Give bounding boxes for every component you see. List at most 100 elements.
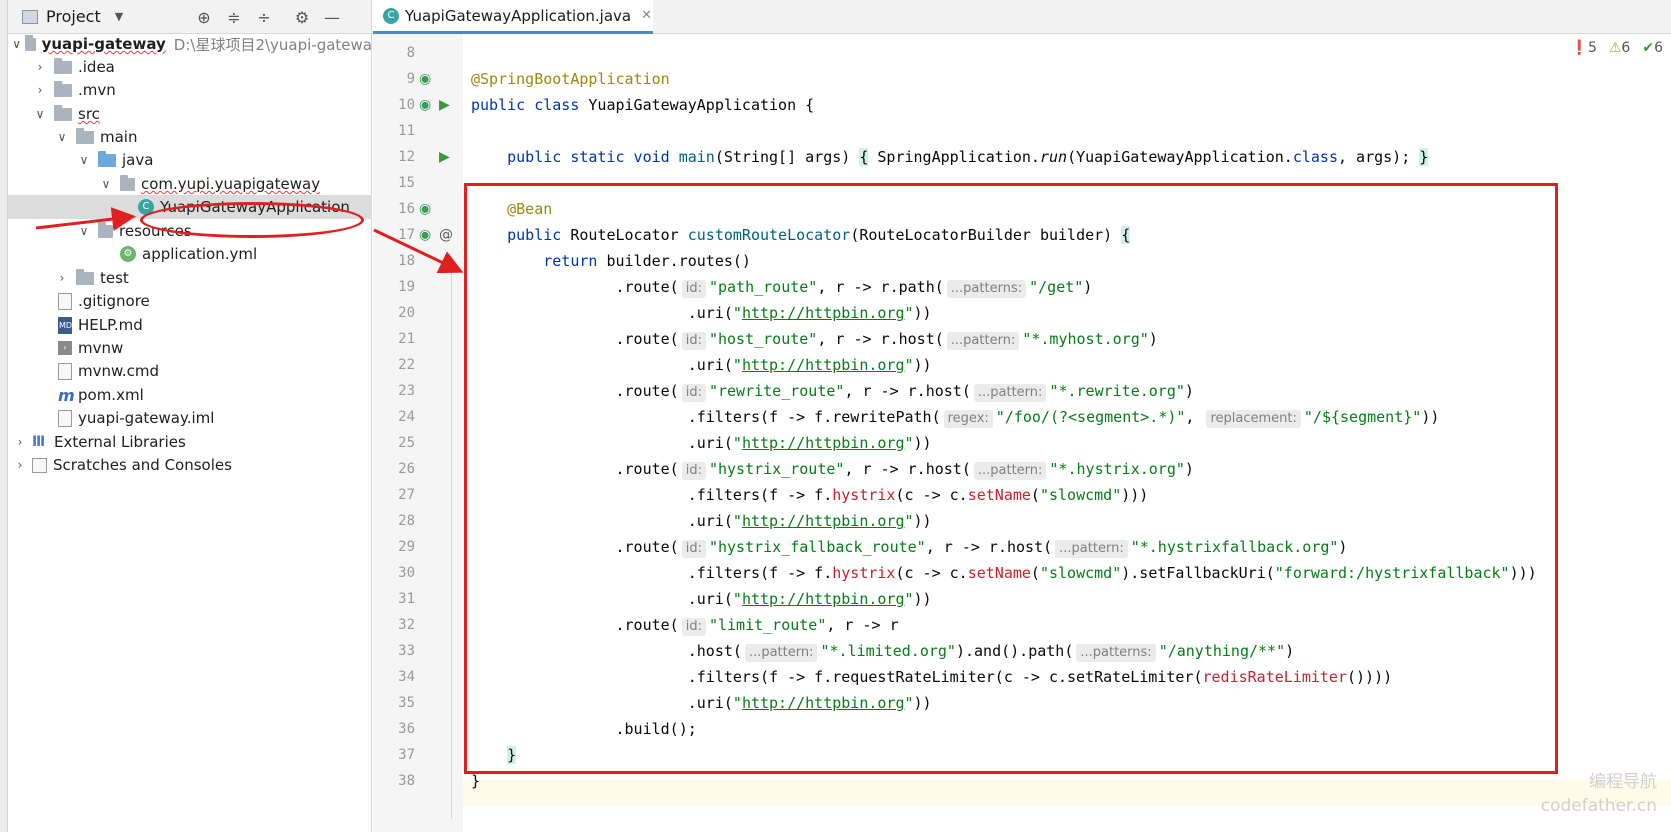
chevron-down-icon[interactable]: ▼ xyxy=(115,10,123,23)
line-number: 8 xyxy=(406,45,415,61)
chevron-down-icon[interactable]: ∨ xyxy=(32,107,48,121)
close-icon[interactable]: ✕ xyxy=(641,8,652,23)
tree-item-package[interactable]: ∨ com.yupi.yuapigateway xyxy=(8,172,372,196)
tree-item-main[interactable]: ∨ main xyxy=(8,125,372,149)
code-line[interactable]: } xyxy=(471,768,480,794)
chevron-right-icon[interactable]: › xyxy=(12,458,28,472)
tree-item-label: src xyxy=(78,105,100,123)
minimize-icon[interactable]: — xyxy=(322,8,342,28)
chevron-down-icon[interactable]: ∨ xyxy=(54,130,70,144)
tree-item-root[interactable]: ∨ yuapi-gateway D:\星球项目2\yuapi-gatewa xyxy=(8,32,372,56)
inspection-indicators[interactable]: ❗5 ⚠6 ✔6 xyxy=(1571,40,1664,56)
tree-item-label: yuapi-gateway.iml xyxy=(78,409,215,427)
chevron-down-icon[interactable]: ∨ xyxy=(76,224,92,238)
chevron-right-icon[interactable]: › xyxy=(32,60,48,74)
error-icon: ❗ xyxy=(1570,40,1588,56)
tree-item-gitignore[interactable]: .gitignore xyxy=(8,289,372,313)
spring-bean-icon[interactable]: ◉ xyxy=(419,92,431,118)
code-line[interactable]: .filters(f -> f.hystrix(c -> c.setName("… xyxy=(471,482,1149,508)
code-line[interactable]: @Bean xyxy=(471,196,552,222)
code-line[interactable]: .route(id: "path_route", r -> r.path(...p… xyxy=(471,274,1092,300)
code-line[interactable]: .route(id: "hystrix_route", r -> r.host(.… xyxy=(471,456,1194,482)
line-number: 38 xyxy=(398,773,415,789)
tree-item-resources[interactable]: ∨ resources xyxy=(8,219,372,243)
tree-item-mvnw-cmd[interactable]: mvnw.cmd xyxy=(8,359,372,383)
code-line[interactable]: .host(...pattern: "*.limited.org").and().… xyxy=(471,638,1294,664)
tree-item-label: pom.xml xyxy=(78,386,144,404)
code-line[interactable]: } xyxy=(471,742,517,768)
expand-all-icon[interactable]: ≑ xyxy=(224,8,244,28)
spring-class-icon: C xyxy=(138,199,154,215)
code-line[interactable]: .build(); xyxy=(471,716,696,742)
locate-icon[interactable]: ⊕ xyxy=(194,8,214,28)
tree-item-idea[interactable]: › .idea xyxy=(8,55,372,79)
run-icon[interactable]: ▶ xyxy=(439,144,450,170)
code-line[interactable]: .route(id: "rewrite_route", r -> r.host(.… xyxy=(471,378,1194,404)
code-line[interactable]: public RouteLocator customRouteLocator(R… xyxy=(471,222,1131,248)
code-line[interactable]: .uri("http://httpbin.org")) xyxy=(471,430,932,456)
chevron-down-icon[interactable]: ∨ xyxy=(98,177,114,191)
tree-item-application-class[interactable]: C YuapiGatewayApplication xyxy=(8,195,372,219)
collapse-all-icon[interactable]: ÷ xyxy=(254,8,274,28)
chevron-down-icon[interactable]: ∨ xyxy=(76,153,92,167)
line-number: 24 xyxy=(398,409,415,425)
line-number: 36 xyxy=(398,721,415,737)
override-icon[interactable]: @ xyxy=(439,222,453,248)
chevron-down-icon[interactable]: ∨ xyxy=(12,37,21,51)
line-number: 34 xyxy=(398,669,415,685)
editor-tab[interactable]: C YuapiGatewayApplication.java ✕ xyxy=(373,0,653,34)
change-marker xyxy=(451,259,452,819)
gear-icon[interactable]: ⚙ xyxy=(292,8,312,28)
code-line[interactable]: .filters(f -> f.requestRateLimiter(c -> … xyxy=(471,664,1392,690)
tree-item-pom-xml[interactable]: m pom.xml xyxy=(8,383,372,407)
folder-icon xyxy=(25,34,36,51)
tree-item-label: main xyxy=(100,128,138,146)
check-icon: ✔ xyxy=(1642,40,1655,56)
project-path: D:\星球项目2\yuapi-gatewa xyxy=(173,35,372,54)
code-line[interactable]: public static void main(String[] args) {… xyxy=(471,144,1429,170)
tree-item-test[interactable]: › test xyxy=(8,266,372,290)
line-number: 23 xyxy=(398,383,415,399)
chevron-right-icon[interactable]: › xyxy=(54,271,70,285)
tab-label: YuapiGatewayApplication.java xyxy=(405,6,632,25)
code-line[interactable]: .uri("http://httpbin.org")) xyxy=(471,300,932,326)
project-panel-header: Project ▼ ⊕ ≑ ÷ ⚙ — xyxy=(8,0,371,34)
code-line[interactable]: .uri("http://httpbin.org")) xyxy=(471,586,932,612)
project-panel-title[interactable]: Project xyxy=(46,7,101,26)
spring-class-icon: C xyxy=(383,7,399,24)
code-line[interactable]: @SpringBootApplication xyxy=(471,66,670,92)
code-line[interactable]: .route(id: "limit_route", r -> r xyxy=(471,612,899,638)
markdown-file-icon: MD xyxy=(58,316,72,334)
tree-item-label: .mvn xyxy=(78,81,116,99)
tree-item-mvnw[interactable]: › mvnw xyxy=(8,336,372,360)
code-line[interactable]: .uri("http://httpbin.org")) xyxy=(471,508,932,534)
tree-item-iml[interactable]: yuapi-gateway.iml xyxy=(8,406,372,430)
code-line[interactable]: .route(id: "hystrix_fallback_route", r ->… xyxy=(471,534,1347,560)
code-line[interactable]: return builder.routes() xyxy=(471,248,751,274)
code-line[interactable]: public class YuapiGatewayApplication { xyxy=(471,92,814,118)
tree-item-help-md[interactable]: MD HELP.md xyxy=(8,313,372,337)
tree-item-mvn[interactable]: › .mvn xyxy=(8,78,372,102)
code-line[interactable]: .uri("http://httpbin.org")) xyxy=(471,352,932,378)
tree-item-application-yml[interactable]: ⚙ application.yml xyxy=(8,242,372,266)
tree-item-scratches[interactable]: › Scratches and Consoles xyxy=(8,453,372,477)
line-number: 30 xyxy=(398,565,415,581)
code-line[interactable]: .filters(f -> f.rewritePath(regex: "/foo/… xyxy=(471,404,1439,430)
spring-bean-icon[interactable]: ◉ xyxy=(419,66,431,92)
module-file-icon xyxy=(58,409,72,427)
chevron-right-icon[interactable]: › xyxy=(32,83,48,97)
code-line[interactable]: .route(id: "host_route", r -> r.host(...p… xyxy=(471,326,1158,352)
spring-bean-icon[interactable]: ◉ xyxy=(419,222,431,248)
line-number: 25 xyxy=(398,435,415,451)
tree-item-external-libraries[interactable]: › Ⅲ External Libraries xyxy=(8,430,372,454)
warning-icon: ⚠ xyxy=(1608,40,1622,56)
spring-bean-icon[interactable]: ◉ xyxy=(419,196,431,222)
tree-item-label: YuapiGatewayApplication xyxy=(160,198,350,216)
tree-item-src[interactable]: ∨ src xyxy=(8,102,372,126)
code-line[interactable]: .uri("http://httpbin.org")) xyxy=(471,690,932,716)
chevron-right-icon[interactable]: › xyxy=(12,435,28,449)
tree-item-java[interactable]: ∨ java xyxy=(8,148,372,172)
run-icon[interactable]: ▶ xyxy=(439,92,450,118)
code-line[interactable]: .filters(f -> f.hystrix(c -> c.setName("… xyxy=(471,560,1537,586)
library-icon: Ⅲ xyxy=(32,434,46,450)
